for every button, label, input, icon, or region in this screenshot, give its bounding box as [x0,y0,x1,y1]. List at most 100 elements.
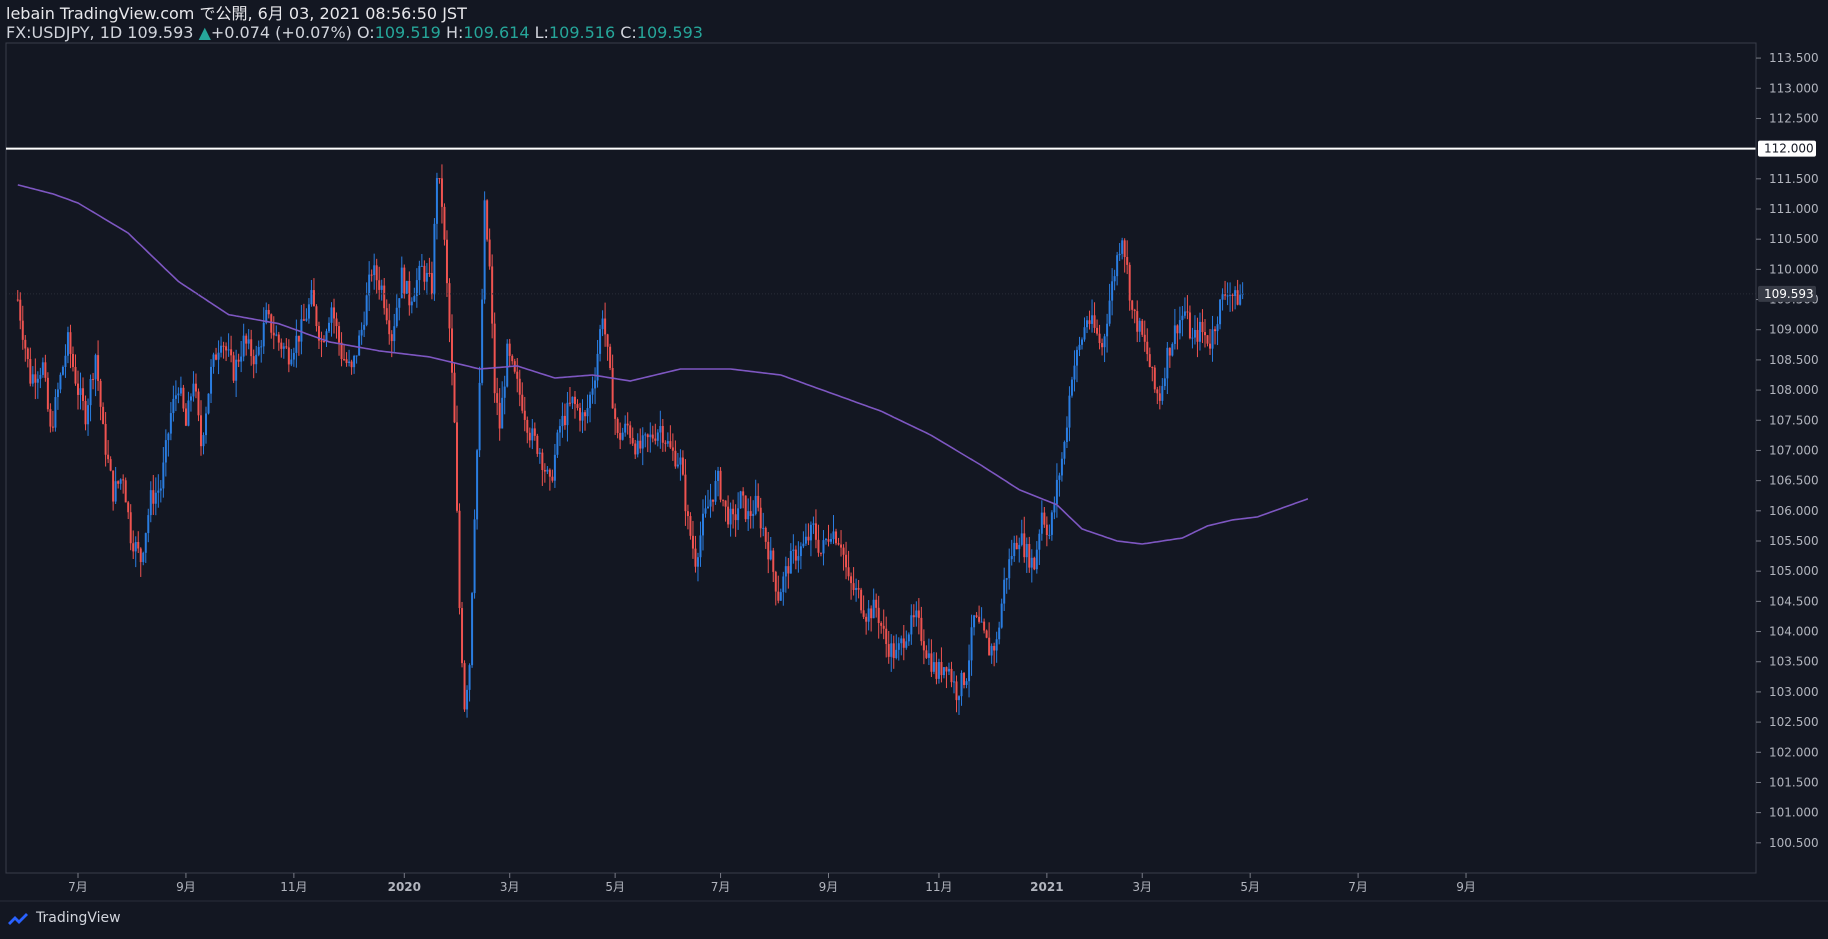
chart-frame [0,42,1828,902]
candle-body [862,610,865,617]
candle [74,354,77,386]
candle [601,310,604,337]
candle-body [177,393,180,396]
candle-body [1216,324,1219,332]
candle-body [1010,556,1013,560]
candle [102,402,105,425]
candle-body [1229,294,1232,296]
candle-body [729,508,732,525]
candle-body [29,358,32,384]
candle-body [290,359,293,365]
candle-body [162,462,165,489]
candle-body [937,661,940,679]
candle-body [220,345,223,353]
price-tick-label: 106.500 [1769,474,1819,488]
candle [1033,556,1036,571]
candle-body [393,326,396,342]
candle-body [526,419,529,433]
candle-body [1070,379,1073,396]
candle [493,312,496,403]
candle-body [94,355,97,380]
candle [596,339,599,388]
time-tick-label: 11月 [925,880,952,894]
candle-body [1136,311,1139,332]
candle-body [395,307,398,327]
candle-body [639,440,642,449]
candle [511,354,514,365]
candle-body [205,413,208,436]
candle-body [541,452,544,471]
candle [855,578,858,602]
candle [184,403,187,427]
candle [355,355,358,364]
candle-body [322,341,325,343]
candle-body [1181,315,1184,321]
candle-body [579,407,581,421]
candle-body [1086,320,1089,328]
price-tick-label: 106.000 [1769,504,1819,518]
candle-body [619,432,622,440]
candle-body [1123,240,1126,258]
candle-body [450,328,453,373]
candle-body [473,519,476,594]
candle [320,331,323,358]
candle-body [390,334,393,342]
candle [197,388,200,422]
candle-body [295,335,298,353]
candle [817,524,820,557]
time-tick-label: 5月 [605,880,625,894]
candle [207,393,210,415]
candle-body [355,355,358,357]
candle [762,512,765,537]
candle-body [576,404,579,408]
candle [794,545,797,570]
candle-body [493,323,496,394]
time-tick-label: 2020 [388,880,421,894]
candle-body [817,539,820,553]
candle [830,533,832,545]
candle [551,469,554,483]
candle [147,508,150,543]
candle [79,372,82,410]
candle-body [257,347,260,355]
candle-body [300,319,303,342]
candle [1116,251,1119,286]
candle-body [1050,512,1053,535]
candle [1028,536,1031,573]
candle-body [262,322,265,347]
candle-body [1209,343,1212,349]
time-tick-label: 7月 [68,880,88,894]
candle [927,638,930,666]
candle [71,346,74,372]
candle-body [230,349,233,356]
candle [699,521,702,567]
candle-body [594,380,597,389]
candle-body [119,479,122,484]
candle-body [210,366,213,394]
candle-body [900,638,903,644]
time-axis[interactable]: 7月 9月 11月 2020 3月 5月 7月 9月 11月 2021 3月 5月 7月 9月 [68,873,1476,894]
candle-body [636,440,639,455]
candle [1214,326,1217,345]
candle [292,347,295,367]
candle-body [84,400,87,425]
price-chart[interactable]: 100.500 101.000 101.500 102.000 102.500 103.0… [0,0,1828,939]
candle-body [1211,329,1214,349]
candle-body [644,434,647,436]
candle [880,621,883,634]
candle [897,637,900,661]
candle [932,652,935,675]
candle [935,652,938,685]
candle [684,459,687,526]
candle-body [1173,325,1176,344]
candle [704,495,707,518]
candle [280,338,283,358]
candle [1040,500,1043,541]
candle [958,695,961,715]
candle-body [109,459,112,471]
candle [1161,378,1164,405]
price-axis[interactable]: 100.500 101.000 101.500 102.000 102.500 103.0… [1755,43,1819,873]
candle [1221,288,1224,311]
candle [963,671,966,689]
candle [134,536,137,568]
